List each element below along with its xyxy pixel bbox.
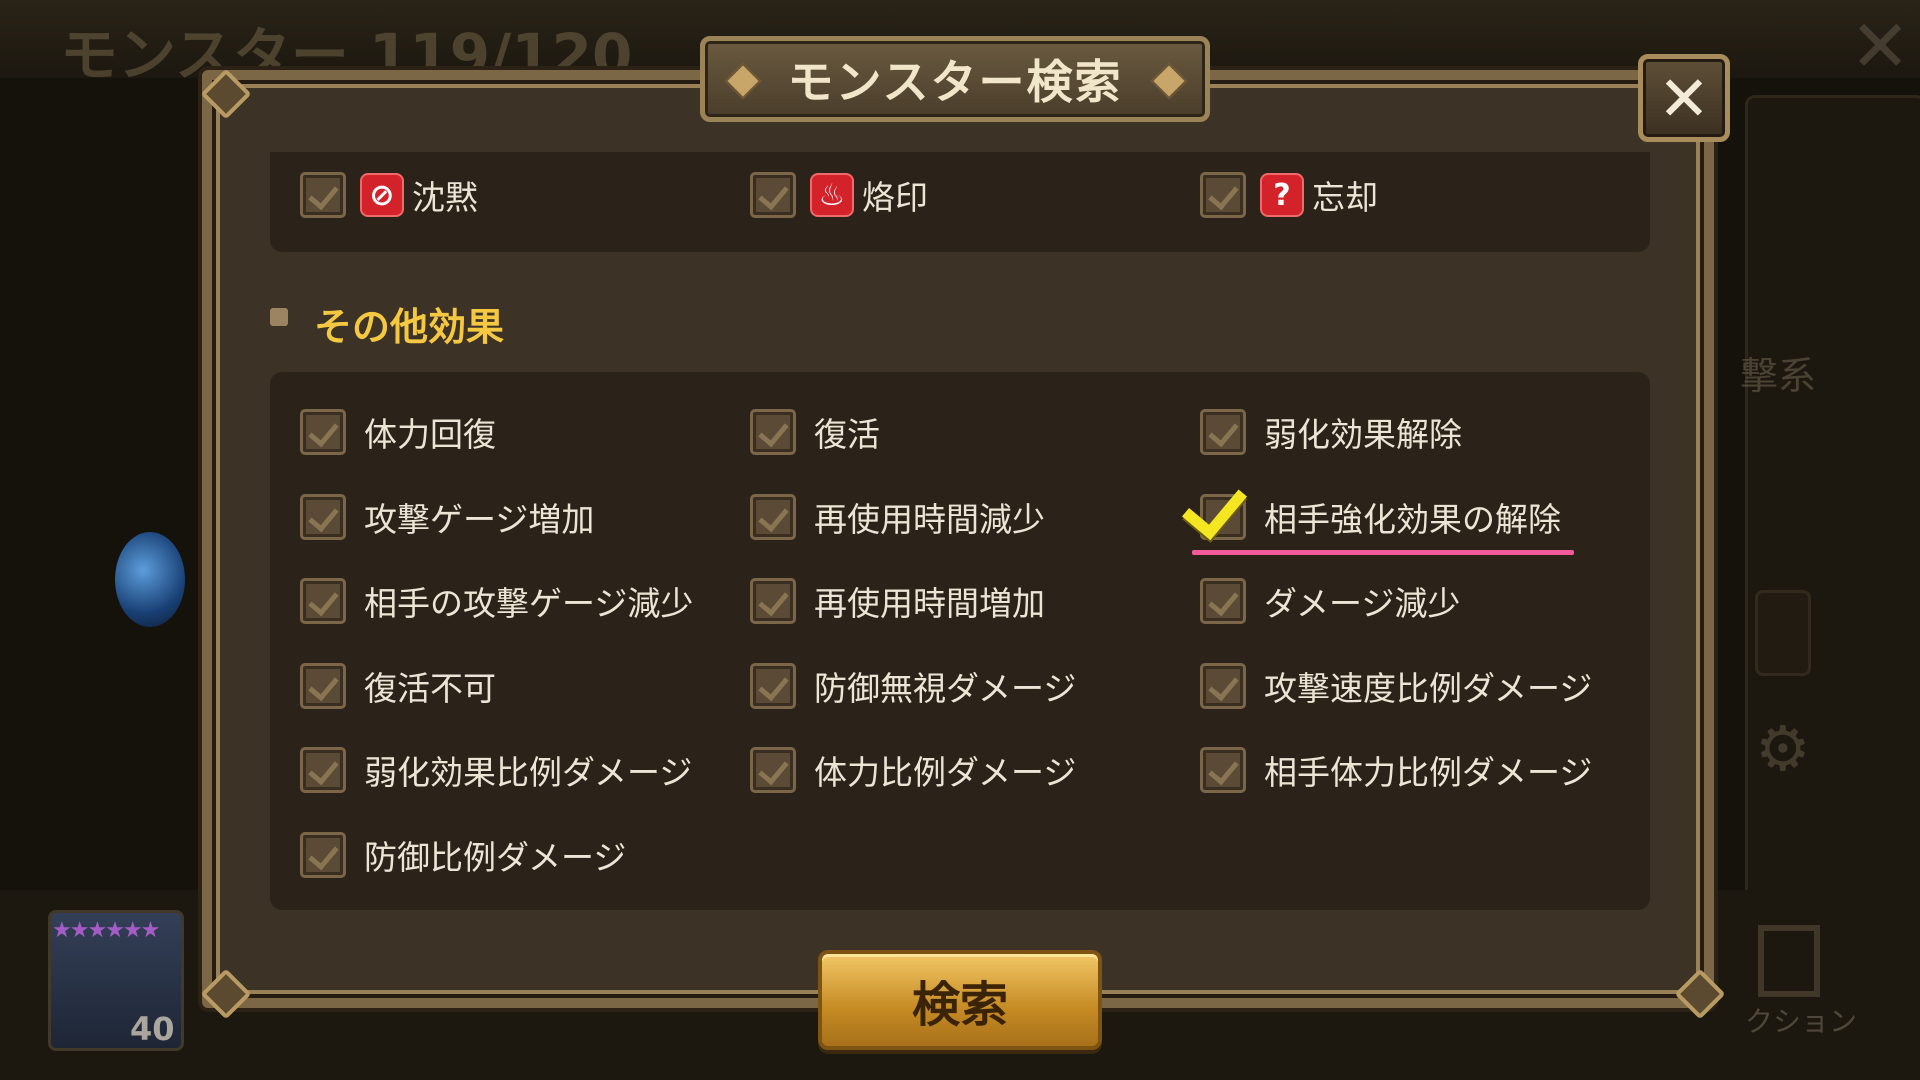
checkbox[interactable] (300, 831, 346, 878)
effect-label: 防御比例ダメージ (364, 837, 627, 877)
effect-label: 再使用時間増加 (814, 584, 1045, 623)
effect-filter-item[interactable]: 相手の攻撃ゲージ減少 (300, 577, 693, 625)
checkbox[interactable] (1200, 747, 1246, 793)
effect-label: 復活 (814, 415, 880, 454)
checkbox[interactable] (300, 493, 346, 540)
effect-filter-item[interactable]: 復活不可 (300, 662, 496, 710)
checkbox[interactable] (300, 172, 346, 218)
check-mark-icon (308, 584, 339, 617)
copy-icon (1758, 925, 1820, 997)
effect-label: 弱化効果比例ダメージ (364, 753, 693, 792)
check-mark-icon (758, 669, 789, 701)
oblivion-icon: ? (1260, 173, 1304, 217)
star-rating-icon: ★★★★★★ (52, 918, 160, 943)
section-title-other-effects: その他効果 (314, 305, 505, 349)
checkbox[interactable] (750, 662, 796, 709)
effect-filter-item[interactable]: 攻撃速度比例ダメージ (1200, 662, 1592, 710)
highlight-underline (1192, 550, 1574, 555)
background-orb-icon (115, 532, 185, 627)
monster-level: 40 (130, 1010, 175, 1048)
effect-label: 相手の攻撃ゲージ減少 (364, 584, 694, 623)
effect-label: 相手強化効果の解除 (1264, 499, 1561, 539)
effect-label: 体力比例ダメージ (814, 753, 1077, 792)
checkbox[interactable] (1200, 172, 1246, 218)
check-mark-icon (1208, 178, 1239, 211)
check-mark-icon (308, 838, 339, 870)
effect-label: 相手体力比例ダメージ (1264, 753, 1593, 792)
check-mark-icon (308, 753, 339, 786)
check-mark-icon (1208, 669, 1239, 701)
checkbox[interactable] (300, 747, 346, 793)
effect-filter-item[interactable]: 相手体力比例ダメージ (1200, 746, 1592, 794)
effect-filter-item[interactable]: 防御無視ダメージ (750, 662, 1076, 710)
brand-icon: ♨ (810, 173, 854, 217)
check-mark-icon (758, 753, 789, 786)
check-mark-icon (1208, 753, 1239, 786)
check-mark-icon (308, 178, 339, 211)
effect-filter-item[interactable]: 弱化効果比例ダメージ (300, 746, 692, 794)
background-action-label: クション (1745, 1005, 1858, 1038)
check-mark-icon (1208, 415, 1239, 448)
effect-filter-item[interactable]: 相手強化効果の解除 (1200, 493, 1561, 541)
checkbox[interactable] (750, 409, 796, 455)
effect-label: ダメージ減少 (1264, 584, 1461, 623)
debuff-label: 沈黙 (412, 178, 478, 217)
effect-label: 体力回復 (364, 415, 496, 454)
checkbox[interactable] (1200, 578, 1246, 624)
effect-label: 弱化効果解除 (1264, 415, 1462, 454)
checkbox[interactable] (1200, 662, 1246, 709)
dialog-title: モンスター検索 (787, 55, 1123, 109)
effect-label: 再使用時間減少 (814, 499, 1045, 539)
effect-filter-item[interactable]: ダメージ減少 (1200, 577, 1460, 625)
checkbox[interactable] (300, 662, 346, 709)
effect-label: 攻撃ゲージ増加 (364, 499, 595, 539)
section-bullet (270, 308, 288, 326)
effect-label: 攻撃速度比例ダメージ (1264, 668, 1593, 708)
effect-filter-item[interactable]: 復活 (750, 408, 880, 456)
silence-icon: ⊘ (360, 173, 404, 217)
close-button[interactable]: ✕ (1638, 54, 1730, 142)
debuff-filter-silence[interactable]: ⊘ 沈黙 (300, 171, 478, 219)
checkbox[interactable] (1200, 409, 1246, 455)
check-mark-icon (758, 500, 789, 532)
background-side-button (1755, 590, 1811, 676)
effect-label: 防御無視ダメージ (814, 668, 1077, 708)
debuff-filter-oblivion[interactable]: ? 忘却 (1200, 171, 1378, 219)
effect-filter-item[interactable]: 体力回復 (300, 408, 496, 456)
debuff-label: 烙印 (862, 178, 928, 217)
effect-filter-item[interactable]: 体力比例ダメージ (750, 746, 1076, 794)
effect-filter-item[interactable]: 攻撃ゲージ増加 (300, 493, 594, 541)
check-mark-icon (758, 415, 789, 448)
checkbox[interactable] (750, 493, 796, 540)
effect-filter-item[interactable]: 再使用時間減少 (750, 493, 1045, 541)
effect-filter-item[interactable]: 再使用時間増加 (750, 577, 1045, 625)
debuff-filter-brand[interactable]: ♨ 烙印 (750, 171, 928, 219)
checkbox[interactable] (750, 578, 796, 624)
background-close-icon: ✕ (1850, 4, 1911, 88)
dialog-title-plate: モンスター検索 (700, 36, 1210, 122)
check-mark-icon (308, 500, 339, 532)
checkbox[interactable] (750, 172, 796, 218)
check-mark-icon (308, 415, 339, 448)
gear-icon: ⚙ (1755, 712, 1811, 785)
effect-filter-item[interactable]: 弱化効果解除 (1200, 408, 1462, 456)
search-button[interactable]: 検索 (818, 950, 1102, 1050)
check-mark-icon (1208, 584, 1239, 617)
checkbox[interactable] (300, 578, 346, 624)
debuff-label: 忘却 (1312, 178, 1378, 217)
background-side-text: 撃系 (1740, 354, 1817, 398)
check-mark-icon (758, 584, 789, 617)
effect-filter-item[interactable]: 防御比例ダメージ (300, 831, 626, 879)
effect-label: 復活不可 (364, 668, 496, 708)
check-mark-icon (308, 669, 339, 701)
checkbox[interactable] (750, 747, 796, 793)
check-mark-icon (758, 178, 789, 211)
checkbox[interactable] (300, 409, 346, 455)
